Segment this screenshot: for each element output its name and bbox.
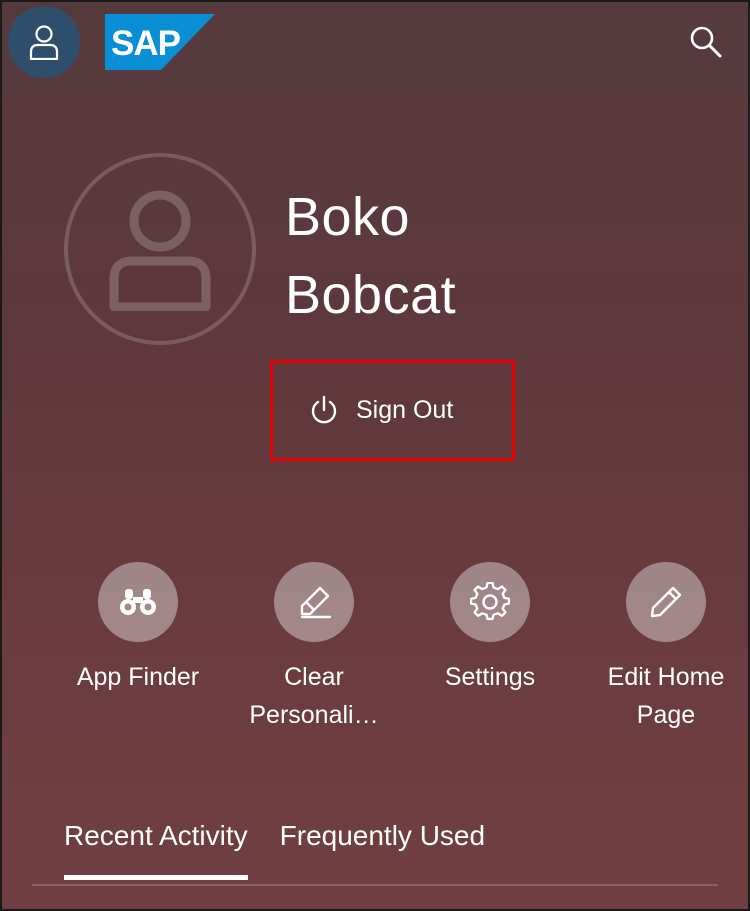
profile-avatar [64,153,256,345]
gear-icon [470,582,510,621]
clear-personalization-icon-circle [274,562,354,642]
clear-personalization-label: Clear Personali… [249,663,379,729]
app-finder-button[interactable]: App Finder [50,562,226,742]
activity-tabs: Recent Activity Frequently Used [64,820,485,880]
tabs-divider [32,884,718,886]
user-menu-button[interactable] [8,6,80,78]
app-finder-icon-circle [98,562,178,642]
tab-recent-activity[interactable]: Recent Activity [64,820,248,880]
edit-home-page-label: Edit Home Page [607,663,725,729]
search-button[interactable] [686,22,726,62]
settings-label: Settings [444,663,536,691]
first-name: Boko [285,187,411,247]
search-icon [690,26,722,58]
clear-personalization-button[interactable]: Clear Personali… [226,562,402,742]
app-finder-label: App Finder [76,663,200,691]
user-icon [29,25,59,60]
action-tiles: App Finder Clear Personali… Settings Edi… [50,562,724,742]
sap-logo: SAP [105,14,215,70]
pencil-icon [650,586,682,618]
sign-out-button[interactable]: Sign Out [300,385,463,435]
settings-button[interactable]: Settings [402,562,578,742]
edit-home-page-icon-circle [626,562,706,642]
last-name: Bobcat [285,265,457,325]
sign-out-label: Sign Out [356,395,454,424]
settings-icon-circle [450,562,530,642]
sap-logo-text: SAP [111,24,181,63]
binoculars-icon [120,589,156,615]
power-icon [311,395,337,424]
user-name: Boko Bobcat [285,178,456,334]
user-icon [109,190,211,311]
edit-home-page-button[interactable]: Edit Home Page [578,562,750,742]
tab-frequently-used[interactable]: Frequently Used [280,820,485,880]
eraser-icon [300,586,332,619]
